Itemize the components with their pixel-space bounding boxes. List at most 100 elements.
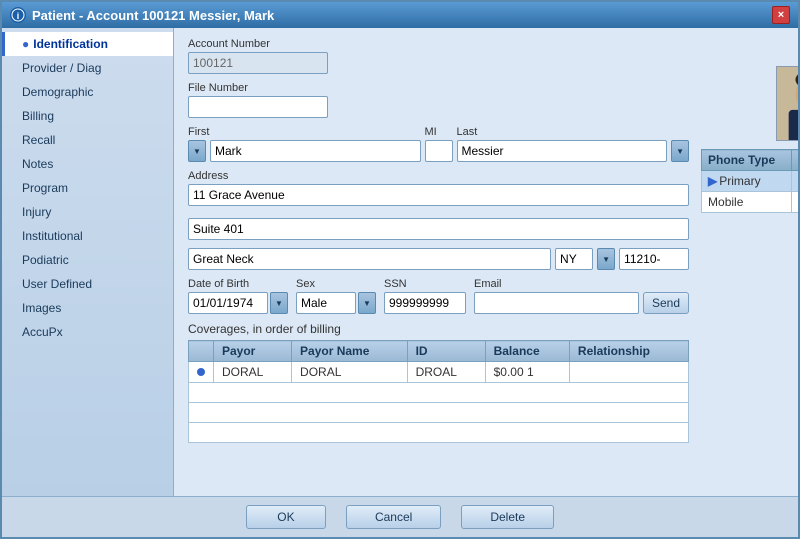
delete-button[interactable]: Delete bbox=[461, 505, 554, 529]
form-area: Account Number File Number First MI Las bbox=[188, 38, 689, 443]
address2-group bbox=[188, 218, 689, 240]
coverage-dot-cell bbox=[189, 362, 214, 383]
account-number-input[interactable] bbox=[188, 52, 328, 74]
coverage-payor-header: Payor bbox=[214, 341, 292, 362]
last-name-dropdown[interactable]: ▼ bbox=[671, 140, 689, 162]
send-button[interactable]: Send bbox=[643, 292, 689, 314]
coverage-section: Coverages, in order of billing Payor Pay… bbox=[188, 322, 689, 443]
ok-button[interactable]: OK bbox=[246, 505, 326, 529]
sidebar-item-program[interactable]: Program bbox=[2, 176, 173, 200]
sidebar-item-recall[interactable]: Recall bbox=[2, 128, 173, 152]
coverage-balance-cell: $0.00 1 bbox=[485, 362, 569, 383]
sidebar-item-accupx[interactable]: AccuPx bbox=[2, 320, 173, 344]
phone-number-cell: (917)555-5555-555 bbox=[791, 192, 798, 213]
patient-photo bbox=[776, 66, 798, 141]
sidebar: ●IdentificationProvider / DiagDemographi… bbox=[2, 28, 174, 496]
phone-number-header: Phone Number bbox=[791, 150, 798, 171]
phone-number-cell: (516)555-3179- bbox=[791, 171, 798, 192]
table-row[interactable]: DORAL DORAL DROAL $0.00 1 bbox=[189, 362, 689, 383]
sidebar-item-provider-diag[interactable]: Provider / Diag bbox=[2, 56, 173, 80]
svg-text:i: i bbox=[17, 11, 20, 21]
address2-input[interactable] bbox=[188, 218, 689, 240]
table-row bbox=[189, 383, 689, 403]
title-bar-left: i Patient - Account 100121 Messier, Mark bbox=[10, 7, 274, 23]
sex-input[interactable] bbox=[296, 292, 356, 314]
state-input[interactable] bbox=[555, 248, 593, 270]
first-name-input[interactable] bbox=[210, 140, 421, 162]
dob-input[interactable] bbox=[188, 292, 268, 314]
mi-label: MI bbox=[425, 126, 453, 138]
mi-input[interactable] bbox=[425, 140, 453, 162]
phone-row[interactable]: Mobile (917)555-5555-555 bbox=[702, 192, 798, 213]
sidebar-item-billing[interactable]: Billing bbox=[2, 104, 173, 128]
name-group: First MI Last ▼ ▼ bbox=[188, 126, 689, 162]
phone-selected-icon: ▶ bbox=[708, 174, 717, 188]
coverage-relationship-header: Relationship bbox=[569, 341, 688, 362]
sidebar-item-podiatric[interactable]: Podiatric bbox=[2, 248, 173, 272]
first-name-dropdown[interactable]: ▼ bbox=[188, 140, 206, 162]
account-number-group: Account Number bbox=[188, 38, 689, 74]
file-number-label: File Number bbox=[188, 82, 689, 94]
account-number-label: Account Number bbox=[188, 38, 689, 50]
coverage-table: Payor Payor Name ID Balance Relationship bbox=[188, 340, 689, 443]
coverage-id-header: ID bbox=[407, 341, 485, 362]
main-content: ●IdentificationProvider / DiagDemographi… bbox=[2, 28, 798, 496]
zip-input[interactable] bbox=[619, 248, 689, 270]
coverage-label: Coverages, in order of billing bbox=[188, 322, 689, 336]
coverage-balance-header: Balance bbox=[485, 341, 569, 362]
phone-table: Phone Type Phone Number ▶Primary (516)55… bbox=[701, 149, 798, 213]
sidebar-item-institutional[interactable]: Institutional bbox=[2, 224, 173, 248]
coverage-id-cell: DROAL bbox=[407, 362, 485, 383]
coverage-payor-name-header: Payor Name bbox=[292, 341, 408, 362]
ssn-input[interactable] bbox=[384, 292, 466, 314]
ssn-group: SSN bbox=[384, 278, 466, 314]
coverage-payor-name-cell: DORAL bbox=[292, 362, 408, 383]
dob-group: Date of Birth ▼ bbox=[188, 278, 288, 314]
phone-type-header: Phone Type bbox=[702, 150, 792, 171]
sidebar-item-injury[interactable]: Injury bbox=[2, 200, 173, 224]
last-name-label: Last bbox=[457, 126, 690, 138]
chevron-down-icon: ▼ bbox=[275, 299, 283, 308]
sidebar-item-user-defined[interactable]: User Defined bbox=[2, 272, 173, 296]
address-label: Address bbox=[188, 170, 689, 182]
address-group: Address bbox=[188, 170, 689, 210]
dob-dropdown[interactable]: ▼ bbox=[270, 292, 288, 314]
email-group: Email Send bbox=[474, 278, 689, 314]
phone-type-cell: Mobile bbox=[702, 192, 792, 213]
photo-area bbox=[701, 66, 798, 141]
phone-type-cell: ▶Primary bbox=[702, 171, 792, 192]
email-input[interactable] bbox=[474, 292, 639, 314]
city-input[interactable] bbox=[188, 248, 551, 270]
file-number-input[interactable] bbox=[188, 96, 328, 118]
address1-input[interactable] bbox=[188, 184, 689, 206]
dob-label: Date of Birth bbox=[188, 278, 288, 290]
footer-bar: OK Cancel Delete bbox=[2, 496, 798, 537]
sidebar-item-notes[interactable]: Notes bbox=[2, 152, 173, 176]
cancel-button[interactable]: Cancel bbox=[346, 505, 441, 529]
email-label: Email bbox=[474, 278, 689, 290]
patient-window: i Patient - Account 100121 Messier, Mark… bbox=[0, 0, 800, 539]
sex-dropdown[interactable]: ▼ bbox=[358, 292, 376, 314]
identification-icon: ● bbox=[22, 37, 29, 51]
sex-group: Sex ▼ bbox=[296, 278, 376, 314]
right-panel: Phone Type Phone Number ▶Primary (516)55… bbox=[701, 38, 798, 443]
content-area: Account Number File Number First MI Las bbox=[174, 28, 798, 496]
coverage-dot-col bbox=[189, 341, 214, 362]
sidebar-item-demographic[interactable]: Demographic bbox=[2, 80, 173, 104]
ssn-label: SSN bbox=[384, 278, 466, 290]
coverage-dot-icon bbox=[197, 368, 205, 376]
last-name-input[interactable] bbox=[457, 140, 668, 162]
chevron-down-icon: ▼ bbox=[193, 147, 201, 156]
sidebar-item-identification[interactable]: ●Identification bbox=[2, 32, 173, 56]
table-row bbox=[189, 403, 689, 423]
chevron-down-icon: ▼ bbox=[363, 299, 371, 308]
window-title: Patient - Account 100121 Messier, Mark bbox=[32, 8, 274, 23]
coverage-payor-cell: DORAL bbox=[214, 362, 292, 383]
phone-row[interactable]: ▶Primary (516)555-3179- bbox=[702, 171, 798, 192]
close-button[interactable]: × bbox=[772, 6, 790, 24]
coverage-relationship-cell bbox=[569, 362, 688, 383]
state-dropdown[interactable]: ▼ bbox=[597, 248, 615, 270]
sex-label: Sex bbox=[296, 278, 376, 290]
sidebar-item-images[interactable]: Images bbox=[2, 296, 173, 320]
first-name-label: First bbox=[188, 126, 421, 138]
